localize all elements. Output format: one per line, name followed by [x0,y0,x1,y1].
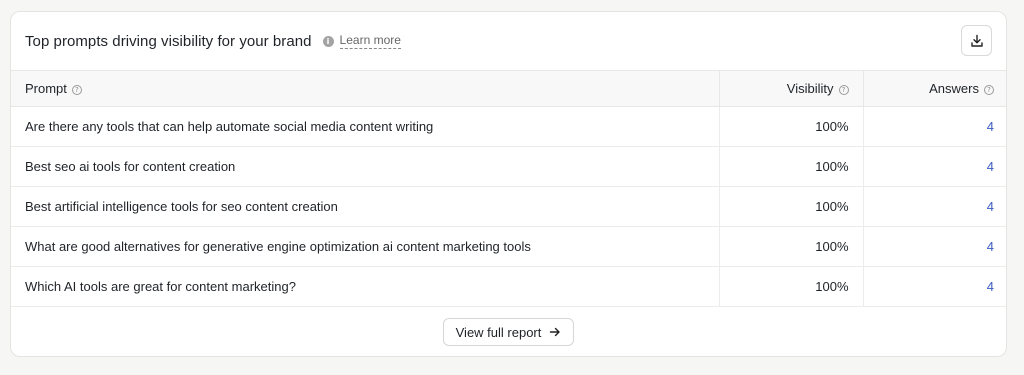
top-prompts-card: Top prompts driving visibility for your … [10,11,1007,357]
question-icon: ? [838,85,849,95]
table-row[interactable]: Best artificial intelligence tools for s… [11,186,1006,227]
card-footer: View full report [11,307,1006,356]
download-button[interactable] [961,25,992,56]
table-row[interactable]: Best seo ai tools for content creation 1… [11,146,1006,187]
info-icon: i [322,35,334,47]
visibility-cell: 100% [718,106,863,147]
card-title: Top prompts driving visibility for your … [25,32,312,50]
answers-link[interactable]: 4 [862,106,1006,147]
answers-link[interactable]: 4 [862,186,1006,227]
answers-link[interactable]: 4 [862,146,1006,187]
view-full-report-label: View full report [455,324,542,340]
card-header: Top prompts driving visibility for your … [11,12,1006,70]
visibility-cell: 100% [718,226,863,267]
question-icon: ? [71,85,82,95]
visibility-cell: 100% [718,186,863,227]
visibility-cell: 100% [718,146,863,187]
prompt-cell: What are good alternatives for generativ… [11,226,719,267]
table-row[interactable]: Are there any tools that can help automa… [11,106,1006,147]
download-icon [970,34,983,47]
table-row[interactable]: Which AI tools are great for content mar… [11,266,1006,307]
prompt-cell: Best artificial intelligence tools for s… [11,186,719,227]
visibility-cell: 100% [718,266,863,307]
prompt-cell: Which AI tools are great for content mar… [11,266,719,307]
prompt-cell: Are there any tools that can help automa… [11,106,719,147]
header-answers-label: Answers [929,81,979,96]
answers-link[interactable]: 4 [862,226,1006,267]
question-icon: ? [984,85,994,95]
answers-link[interactable]: 4 [862,266,1006,307]
arrow-right-icon [549,326,561,338]
header-visibility[interactable]: Visibility? [718,70,863,107]
learn-more-link[interactable]: Learn more [339,33,401,49]
table-row[interactable]: What are good alternatives for generativ… [11,226,1006,267]
prompts-table: Prompt? Visibility? Answers? Are there a… [11,70,1006,307]
header-visibility-label: Visibility [786,81,834,96]
header-answers[interactable]: Answers? [862,70,1006,107]
prompt-cell: Best seo ai tools for content creation [11,146,719,187]
table-header-row: Prompt? Visibility? Answers? [11,70,1006,107]
header-prompt[interactable]: Prompt? [11,70,719,107]
header-prompt-label: Prompt [25,81,67,96]
view-full-report-button[interactable]: View full report [442,318,575,346]
